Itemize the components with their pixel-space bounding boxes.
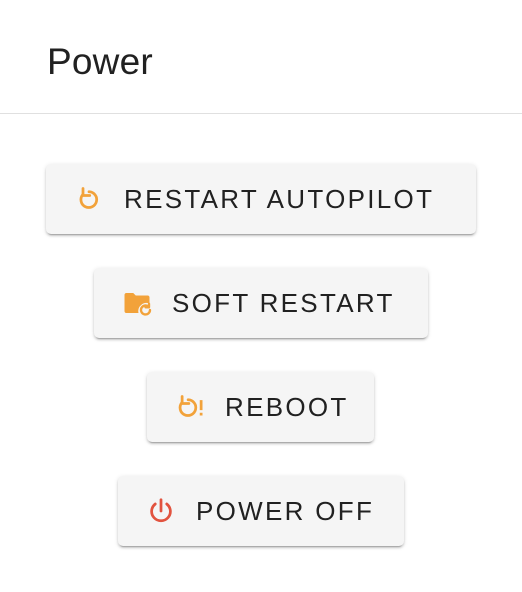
soft-restart-label: SOFT RESTART (172, 287, 395, 318)
restart-icon (74, 184, 104, 214)
restart-autopilot-button[interactable]: RESTART AUTOPILOT (46, 164, 476, 234)
restart-alert-icon (175, 392, 205, 422)
power-icon (146, 496, 176, 526)
folder-refresh-icon (122, 288, 152, 318)
panel-header: Power (0, 0, 522, 114)
reboot-label: REBOOT (225, 391, 349, 422)
power-panel: Power RESTART AUTOPILOT SOFT RESTART REB… (0, 0, 522, 592)
power-off-label: POWER OFF (196, 495, 375, 526)
restart-autopilot-label: RESTART AUTOPILOT (124, 183, 435, 214)
power-off-button[interactable]: POWER OFF (118, 476, 404, 546)
panel-title: Power (47, 41, 153, 82)
soft-restart-button[interactable]: SOFT RESTART (94, 268, 428, 338)
reboot-button[interactable]: REBOOT (147, 372, 374, 442)
